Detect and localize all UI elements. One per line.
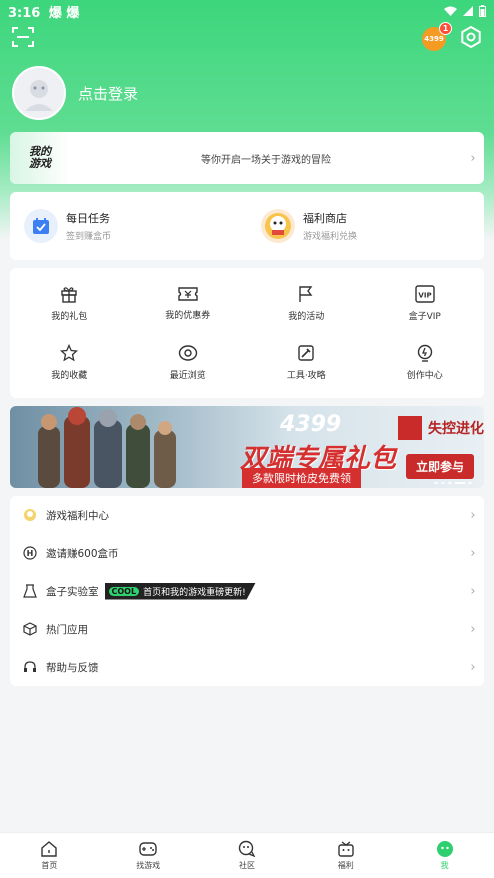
promo-text: 等你开启一场关于游戏的冒险: [201, 154, 331, 166]
game-brand: 失控进化: [398, 416, 484, 440]
status-time: 3:16 爆 爆: [8, 5, 80, 21]
menu-item-invite[interactable]: H 邀请赚600盒币 ›: [10, 534, 484, 572]
promo-banner[interactable]: 4399 双端专属礼包 多款限时枪皮免费领 失控进化 立即参与: [10, 406, 484, 488]
scan-icon[interactable]: [12, 27, 34, 51]
daily-task-subtitle: 签到赚盒币: [66, 232, 112, 242]
svg-text:VIP: VIP: [418, 292, 431, 300]
chevron-right-icon: ›: [470, 621, 476, 637]
carousel-indicators: [434, 482, 472, 484]
welfare-shop-title: 福利商店: [303, 212, 347, 225]
community-icon: [238, 840, 256, 858]
box-icon: [22, 621, 38, 637]
grid-item-coupons[interactable]: 我的优惠券: [129, 274, 248, 333]
menu-list: 游戏福利中心 › H 邀请赚600盒币 › 盒子实验室 COOL 首页和我的游戏…: [10, 496, 484, 686]
welfare-tab-icon: [338, 841, 354, 857]
vip-icon: VIP: [415, 285, 435, 303]
welfare-shop-subtitle: 游戏福利兑换: [303, 232, 358, 242]
default-avatar-icon: [25, 80, 53, 111]
wifi-icon: [444, 6, 457, 16]
welfare-icon: [22, 507, 38, 523]
notification-badge: 1: [439, 22, 452, 35]
menu-item-help[interactable]: 帮助与反馈 ›: [10, 648, 484, 686]
tasks-card: 每日任务 签到赚盒币 福利商店 游戏福利兑换: [10, 192, 484, 260]
grid-item-creator[interactable]: 创作中心: [366, 333, 485, 392]
soldiers-artwork: [38, 407, 176, 488]
tab-community[interactable]: 社区: [198, 833, 297, 878]
menu-item-lab[interactable]: 盒子实验室 COOL 首页和我的游戏重磅更新! ›: [10, 572, 484, 610]
tools-icon: [298, 345, 314, 361]
home-icon: [41, 841, 58, 857]
game-logo-icon: [398, 416, 422, 440]
grid-item-recent[interactable]: 最近浏览: [129, 333, 248, 392]
settings-icon[interactable]: [460, 25, 482, 52]
coin-label: 4399: [424, 35, 444, 43]
chevron-right-icon: ›: [470, 659, 476, 675]
chevron-right-icon: ›: [470, 507, 476, 523]
join-button[interactable]: 立即参与: [406, 454, 475, 479]
gift-icon: [61, 287, 77, 303]
banner-brand-number: 4399: [280, 412, 342, 437]
coin-badge[interactable]: 4399 1: [422, 22, 452, 51]
my-games-logo: 我的 游戏: [10, 132, 70, 184]
headset-icon: [22, 659, 38, 675]
chevron-right-icon: ›: [470, 545, 476, 561]
promo-card[interactable]: 我的 游戏 等你开启一场关于游戏的冒险 ›: [10, 132, 484, 184]
profile-section[interactable]: 点击登录: [12, 66, 138, 120]
me-icon: [436, 841, 453, 857]
lab-update-tag: COOL 首页和我的游戏重磅更新!: [104, 582, 256, 600]
svg-text:H: H: [27, 549, 34, 558]
signal-icon: [463, 6, 473, 16]
bulb-icon: [417, 344, 432, 362]
menu-item-welfare-center[interactable]: 游戏福利中心 ›: [10, 496, 484, 534]
daily-task-title: 每日任务: [66, 212, 110, 225]
flag-icon: [299, 286, 313, 302]
menu-item-hot-apps[interactable]: 热门应用 ›: [10, 610, 484, 648]
tab-home[interactable]: 首页: [0, 833, 99, 878]
tab-welfare[interactable]: 福利: [296, 833, 395, 878]
top-right-actions: 4399 1: [422, 22, 482, 52]
grid-item-vip[interactable]: VIP 盒子VIP: [366, 274, 485, 333]
grid-item-favorites[interactable]: 我的收藏: [10, 333, 129, 392]
tab-me[interactable]: 我: [395, 833, 494, 878]
status-bar: 3:16 爆 爆: [0, 0, 494, 22]
avatar[interactable]: [12, 66, 66, 120]
feature-grid: 我的礼包 我的优惠券 我的活动 VIP 盒子VIP 我的收藏 最近浏览 工具·攻…: [10, 268, 484, 398]
grid-item-activities[interactable]: 我的活动: [247, 274, 366, 333]
eye-icon: [178, 345, 197, 361]
system-icons: [444, 5, 486, 17]
chevron-right-icon: ›: [470, 150, 476, 166]
tab-find-games[interactable]: 找游戏: [99, 833, 198, 878]
grid-item-tools[interactable]: 工具·攻略: [247, 333, 366, 392]
grid-item-gifts[interactable]: 我的礼包: [10, 274, 129, 333]
daily-task[interactable]: 每日任务 签到赚盒币: [10, 209, 247, 243]
gamepad-icon: [139, 842, 157, 856]
lab-icon: [22, 583, 38, 599]
bottom-tab-bar: 首页 找游戏 社区 福利 我: [0, 832, 494, 878]
chevron-right-icon: ›: [470, 583, 476, 599]
battery-icon: [479, 5, 486, 17]
invite-icon: H: [22, 545, 38, 561]
star-icon: [60, 344, 79, 362]
top-actions: 4399 1: [12, 22, 482, 52]
login-text[interactable]: 点击登录: [78, 83, 138, 104]
coupon-icon: [178, 287, 198, 301]
calendar-icon: [24, 209, 58, 243]
welfare-shop[interactable]: 福利商店 游戏福利兑换: [247, 209, 484, 243]
shop-mascot-icon: [261, 209, 295, 243]
banner-subtitle: 多款限时枪皮免费领: [242, 468, 361, 488]
